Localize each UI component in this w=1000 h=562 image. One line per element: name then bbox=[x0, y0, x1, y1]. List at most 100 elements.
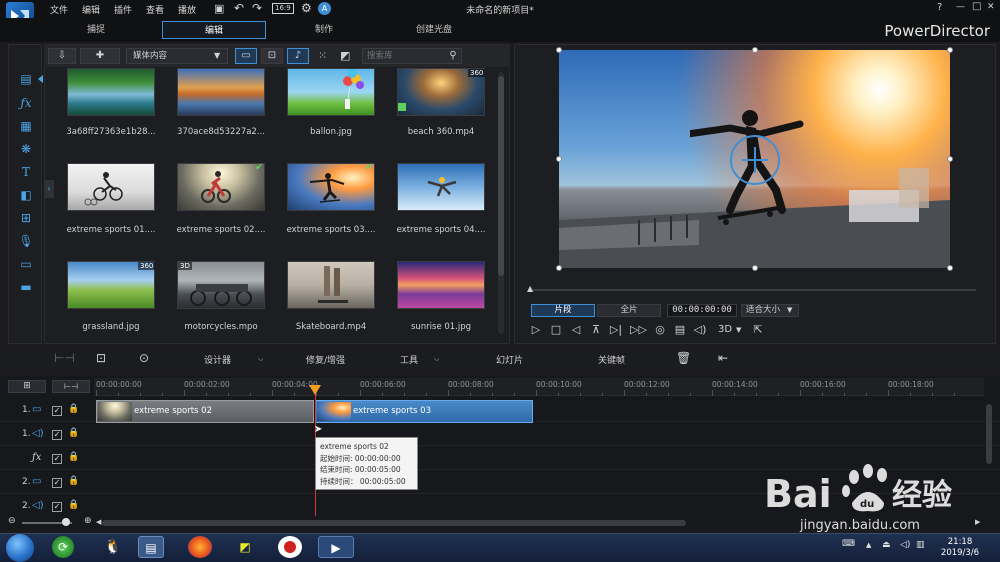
clip-mode-button[interactable]: 片段 bbox=[531, 304, 595, 317]
media-thumb[interactable] bbox=[67, 68, 155, 116]
designer-button[interactable]: 设计器 bbox=[204, 353, 231, 366]
start-button[interactable] bbox=[6, 534, 34, 562]
resize-handle[interactable] bbox=[947, 156, 953, 162]
next-frame-icon[interactable]: ▷| bbox=[608, 322, 624, 338]
zoom-out-icon[interactable]: ⊖ bbox=[8, 516, 16, 526]
expand-panel-button[interactable]: › bbox=[44, 180, 54, 198]
resize-handle[interactable] bbox=[556, 156, 562, 162]
keyboard-icon[interactable]: ⌨ bbox=[842, 539, 855, 549]
timeline-horizontal-scrollbar[interactable] bbox=[102, 520, 686, 526]
split-icon[interactable]: ⊼ bbox=[588, 322, 604, 338]
media-thumb[interactable] bbox=[397, 163, 485, 211]
preview-scrubber[interactable] bbox=[530, 289, 976, 291]
tab-capture[interactable]: 捕捉 bbox=[66, 21, 126, 39]
plugin-button[interactable]: ✚ bbox=[80, 48, 120, 64]
tab-create-disc[interactable]: 创建光盘 bbox=[402, 21, 466, 39]
particle-room-icon[interactable]: ❋ bbox=[17, 142, 35, 158]
tools-button[interactable]: 工具 bbox=[400, 353, 418, 366]
fx-room-icon[interactable]: ƒx bbox=[17, 96, 35, 112]
title-room-icon[interactable]: T bbox=[17, 165, 35, 181]
resize-handle[interactable] bbox=[947, 265, 953, 271]
fit-timeline-icon[interactable]: ⊢⊣ bbox=[52, 380, 90, 393]
tray-expand-icon[interactable]: ▲ bbox=[866, 541, 871, 549]
timecode-display[interactable]: 00:00:00:00 bbox=[667, 304, 737, 317]
scrubber-marker-icon[interactable]: ▲ bbox=[527, 284, 533, 293]
library-scrollbar-thumb[interactable] bbox=[498, 76, 504, 276]
camtasia-icon[interactable]: ◩ bbox=[232, 536, 258, 558]
file-explorer-icon[interactable]: ▤ bbox=[138, 536, 164, 558]
media-thumb[interactable] bbox=[67, 163, 155, 211]
track-enable-checkbox[interactable]: ✓ bbox=[52, 502, 62, 512]
tray-clock[interactable]: 21:18 2019/3/6 bbox=[930, 537, 990, 559]
track-manager-icon[interactable]: ⊞ bbox=[8, 380, 46, 393]
undock-icon[interactable]: ⇱ bbox=[750, 322, 766, 338]
thumbnail-size-icon[interactable]: ◩ bbox=[340, 48, 350, 64]
close-button[interactable]: ✕ bbox=[987, 2, 995, 12]
voiceover-room-icon[interactable]: 🎙 bbox=[17, 234, 35, 250]
media-thumb[interactable] bbox=[177, 68, 265, 116]
resize-handle[interactable] bbox=[556, 265, 562, 271]
track-enable-checkbox[interactable]: ✓ bbox=[52, 406, 62, 416]
media-thumb[interactable] bbox=[287, 163, 375, 211]
recorder-icon[interactable] bbox=[278, 536, 302, 558]
multi-trim-icon[interactable]: ⊢⊣ bbox=[54, 351, 75, 365]
crop-icon[interactable]: ⊡ bbox=[96, 351, 106, 365]
movie-mode-button[interactable]: 全片 bbox=[597, 304, 661, 317]
grid-view-icon[interactable]: ⁙ bbox=[318, 48, 327, 64]
lock-icon[interactable]: 🔒 bbox=[68, 404, 79, 414]
stop-icon[interactable]: □ bbox=[548, 322, 564, 338]
track-enable-checkbox[interactable]: ✓ bbox=[52, 454, 62, 464]
media-thumb[interactable] bbox=[177, 163, 265, 211]
keyframe-button[interactable]: 关键帧 bbox=[598, 353, 625, 366]
subtitle-icon[interactable]: ▤ bbox=[672, 322, 688, 338]
chapter-room-icon[interactable]: ▭ bbox=[17, 257, 35, 273]
3d-mode-button[interactable]: 3D bbox=[718, 322, 732, 338]
filter-video-button[interactable]: ▭ bbox=[235, 48, 257, 64]
fix-enhance-button[interactable]: 修复/增强 bbox=[306, 353, 345, 366]
tab-produce[interactable]: 制作 bbox=[294, 21, 354, 39]
lock-icon[interactable]: 🔒 bbox=[68, 452, 79, 462]
resize-handle[interactable] bbox=[752, 265, 758, 271]
subtitle-room-icon[interactable]: ▬ bbox=[17, 280, 35, 296]
lock-icon[interactable]: 🔒 bbox=[68, 476, 79, 486]
volume-tray-icon[interactable]: ◁) bbox=[900, 540, 910, 550]
audio-mix-room-icon[interactable]: ⊞ bbox=[17, 211, 35, 227]
powerdirector-taskbar-icon[interactable]: ▶ bbox=[318, 536, 354, 558]
delete-icon[interactable]: 🗑 bbox=[676, 351, 691, 365]
filter-audio-button[interactable]: ♪ bbox=[287, 48, 309, 64]
lock-icon[interactable]: 🔒 bbox=[68, 428, 79, 438]
track-enable-checkbox[interactable]: ✓ bbox=[52, 430, 62, 440]
resize-handle[interactable] bbox=[556, 47, 562, 53]
maximize-button[interactable]: □ bbox=[972, 1, 981, 12]
import-media-button[interactable]: ⇩ bbox=[48, 48, 76, 64]
scroll-left-icon[interactable]: ◀ bbox=[96, 518, 101, 526]
360-browser-icon[interactable]: ⟳ bbox=[52, 536, 74, 558]
media-thumb[interactable] bbox=[397, 261, 485, 309]
media-content-select[interactable]: 媒体内容 bbox=[126, 48, 228, 64]
filter-image-button[interactable]: ⊡ bbox=[261, 48, 283, 64]
play-icon[interactable]: ▷ bbox=[528, 322, 544, 338]
media-room-icon[interactable]: ▤ bbox=[17, 72, 35, 88]
usb-icon[interactable]: ⏏ bbox=[882, 540, 891, 550]
resize-handle[interactable] bbox=[947, 47, 953, 53]
lock-icon[interactable]: 🔒 bbox=[68, 500, 79, 510]
media-thumb[interactable] bbox=[287, 261, 375, 309]
search-icon[interactable]: ⚲ bbox=[446, 48, 460, 64]
media-thumb[interactable] bbox=[287, 68, 375, 116]
pip-room-icon[interactable]: ▦ bbox=[17, 119, 35, 135]
previous-frame-icon[interactable]: ◁ bbox=[568, 322, 584, 338]
zoom-slider-knob[interactable] bbox=[62, 518, 70, 526]
slideshow-button[interactable]: 幻灯片 bbox=[496, 353, 523, 366]
add-to-timeline-icon[interactable]: ⇤ bbox=[718, 351, 728, 365]
minimize-button[interactable]: — bbox=[956, 2, 965, 12]
time-icon[interactable]: ⊙ bbox=[139, 351, 149, 365]
zoom-in-icon[interactable]: ⊕ bbox=[84, 516, 92, 526]
qq-icon[interactable]: 🐧 bbox=[100, 536, 126, 558]
network-icon[interactable]: ▥ bbox=[916, 540, 925, 550]
track-enable-checkbox[interactable]: ✓ bbox=[52, 478, 62, 488]
help-button[interactable]: ? bbox=[937, 2, 942, 13]
transition-room-icon[interactable]: ◧ bbox=[17, 188, 35, 204]
volume-icon[interactable]: ◁) bbox=[692, 322, 708, 338]
tab-edit[interactable]: 编辑 bbox=[162, 21, 266, 39]
fast-forward-icon[interactable]: ▷▷ bbox=[630, 322, 647, 338]
